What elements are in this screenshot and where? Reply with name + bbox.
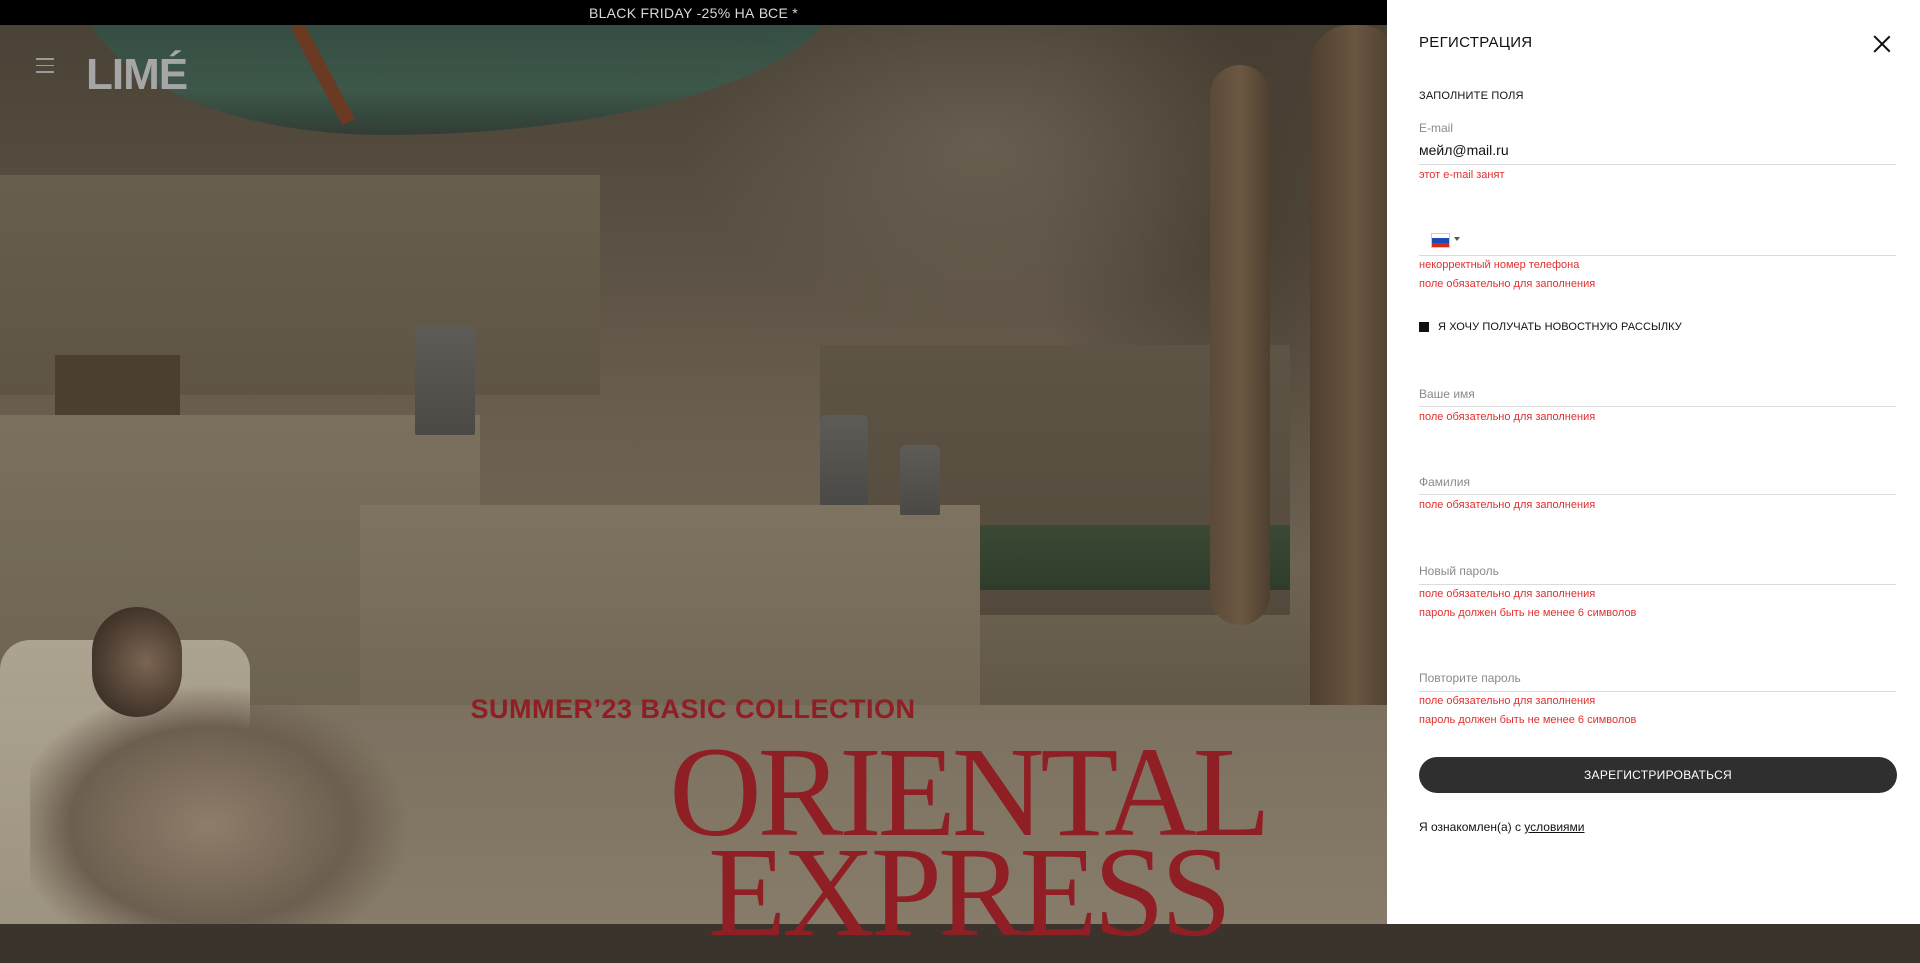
email-field[interactable]: мейл@mail.ru bbox=[1419, 142, 1889, 158]
error-message: этот e-mail занят bbox=[1419, 169, 1505, 181]
background-window bbox=[55, 355, 180, 415]
first-name-field[interactable]: Ваше имя bbox=[1419, 387, 1475, 401]
error-message: поле обязательно для заполнения bbox=[1419, 695, 1596, 707]
field-underline bbox=[1419, 494, 1896, 495]
field-underline bbox=[1419, 255, 1896, 256]
newsletter-label[interactable]: Я ХОЧУ ПОЛУЧАТЬ НОВОСТНУЮ РАССЫЛКУ bbox=[1438, 321, 1682, 333]
field-underline bbox=[1419, 584, 1896, 585]
umbrella-canopy bbox=[80, 25, 840, 135]
register-button[interactable]: ЗАРЕГИСТРИРОВАТЬСЯ bbox=[1419, 757, 1897, 793]
lantern bbox=[415, 325, 475, 435]
error-message: поле обязательно для заполнения bbox=[1419, 278, 1596, 290]
error-message: некорректный номер телефона bbox=[1419, 259, 1580, 271]
close-icon[interactable] bbox=[1873, 35, 1891, 53]
panel-title: РЕГИСТРАЦИЯ bbox=[1419, 34, 1533, 51]
error-message: пароль должен быть не менее 6 символов bbox=[1419, 607, 1637, 619]
hero-title: ORIENTAL EXPRESS bbox=[668, 728, 1271, 963]
error-message: поле обязательно для заполнения bbox=[1419, 411, 1596, 423]
newsletter-checkbox[interactable]: Я ХОЧУ ПОЛУЧАТЬ НОВОСТНУЮ РАССЫЛКУ bbox=[1419, 321, 1682, 333]
promo-banner-text[interactable]: BLACK FRIDAY -25% НА ВСЕ * bbox=[589, 5, 798, 21]
field-underline bbox=[1419, 164, 1896, 165]
chevron-down-icon bbox=[1454, 237, 1460, 241]
hero-title-line: EXPRESS bbox=[708, 821, 1232, 963]
section-label: ЗАПОЛНИТЕ ПОЛЯ bbox=[1419, 90, 1524, 102]
last-name-field[interactable]: Фамилия bbox=[1419, 475, 1470, 489]
checkbox[interactable] bbox=[1419, 322, 1429, 332]
terms-link[interactable]: условиями bbox=[1524, 820, 1584, 834]
repeat-password-field[interactable]: Повторите пароль bbox=[1419, 671, 1521, 685]
error-message: пароль должен быть не менее 6 символов bbox=[1419, 714, 1637, 726]
registration-panel: РЕГИСТРАЦИЯ ЗАПОЛНИТЕ ПОЛЯ E-mail мейл@m… bbox=[1387, 0, 1920, 924]
error-message: поле обязательно для заполнения bbox=[1419, 499, 1596, 511]
error-message: поле обязательно для заполнения bbox=[1419, 588, 1596, 600]
field-underline bbox=[1419, 691, 1896, 692]
lantern bbox=[900, 445, 940, 515]
russia-flag-icon[interactable] bbox=[1431, 233, 1460, 248]
site-logo[interactable]: LIMÉ bbox=[86, 50, 188, 100]
palm-tree bbox=[1310, 25, 1387, 745]
promo-banner[interactable]: BLACK FRIDAY -25% НА ВСЕ * bbox=[0, 0, 1387, 25]
palm-tree bbox=[1210, 65, 1270, 625]
hamburger-menu-icon[interactable] bbox=[36, 58, 54, 74]
email-label: E-mail bbox=[1419, 121, 1454, 135]
phone-field[interactable] bbox=[1467, 231, 1887, 249]
new-password-field[interactable]: Новый пароль bbox=[1419, 564, 1499, 578]
terms-prefix: Я ознакомлен(а) с bbox=[1419, 820, 1521, 834]
field-underline bbox=[1419, 406, 1896, 407]
lantern bbox=[820, 415, 868, 505]
terms-text: Я ознакомлен(а) с условиями bbox=[1419, 820, 1585, 834]
